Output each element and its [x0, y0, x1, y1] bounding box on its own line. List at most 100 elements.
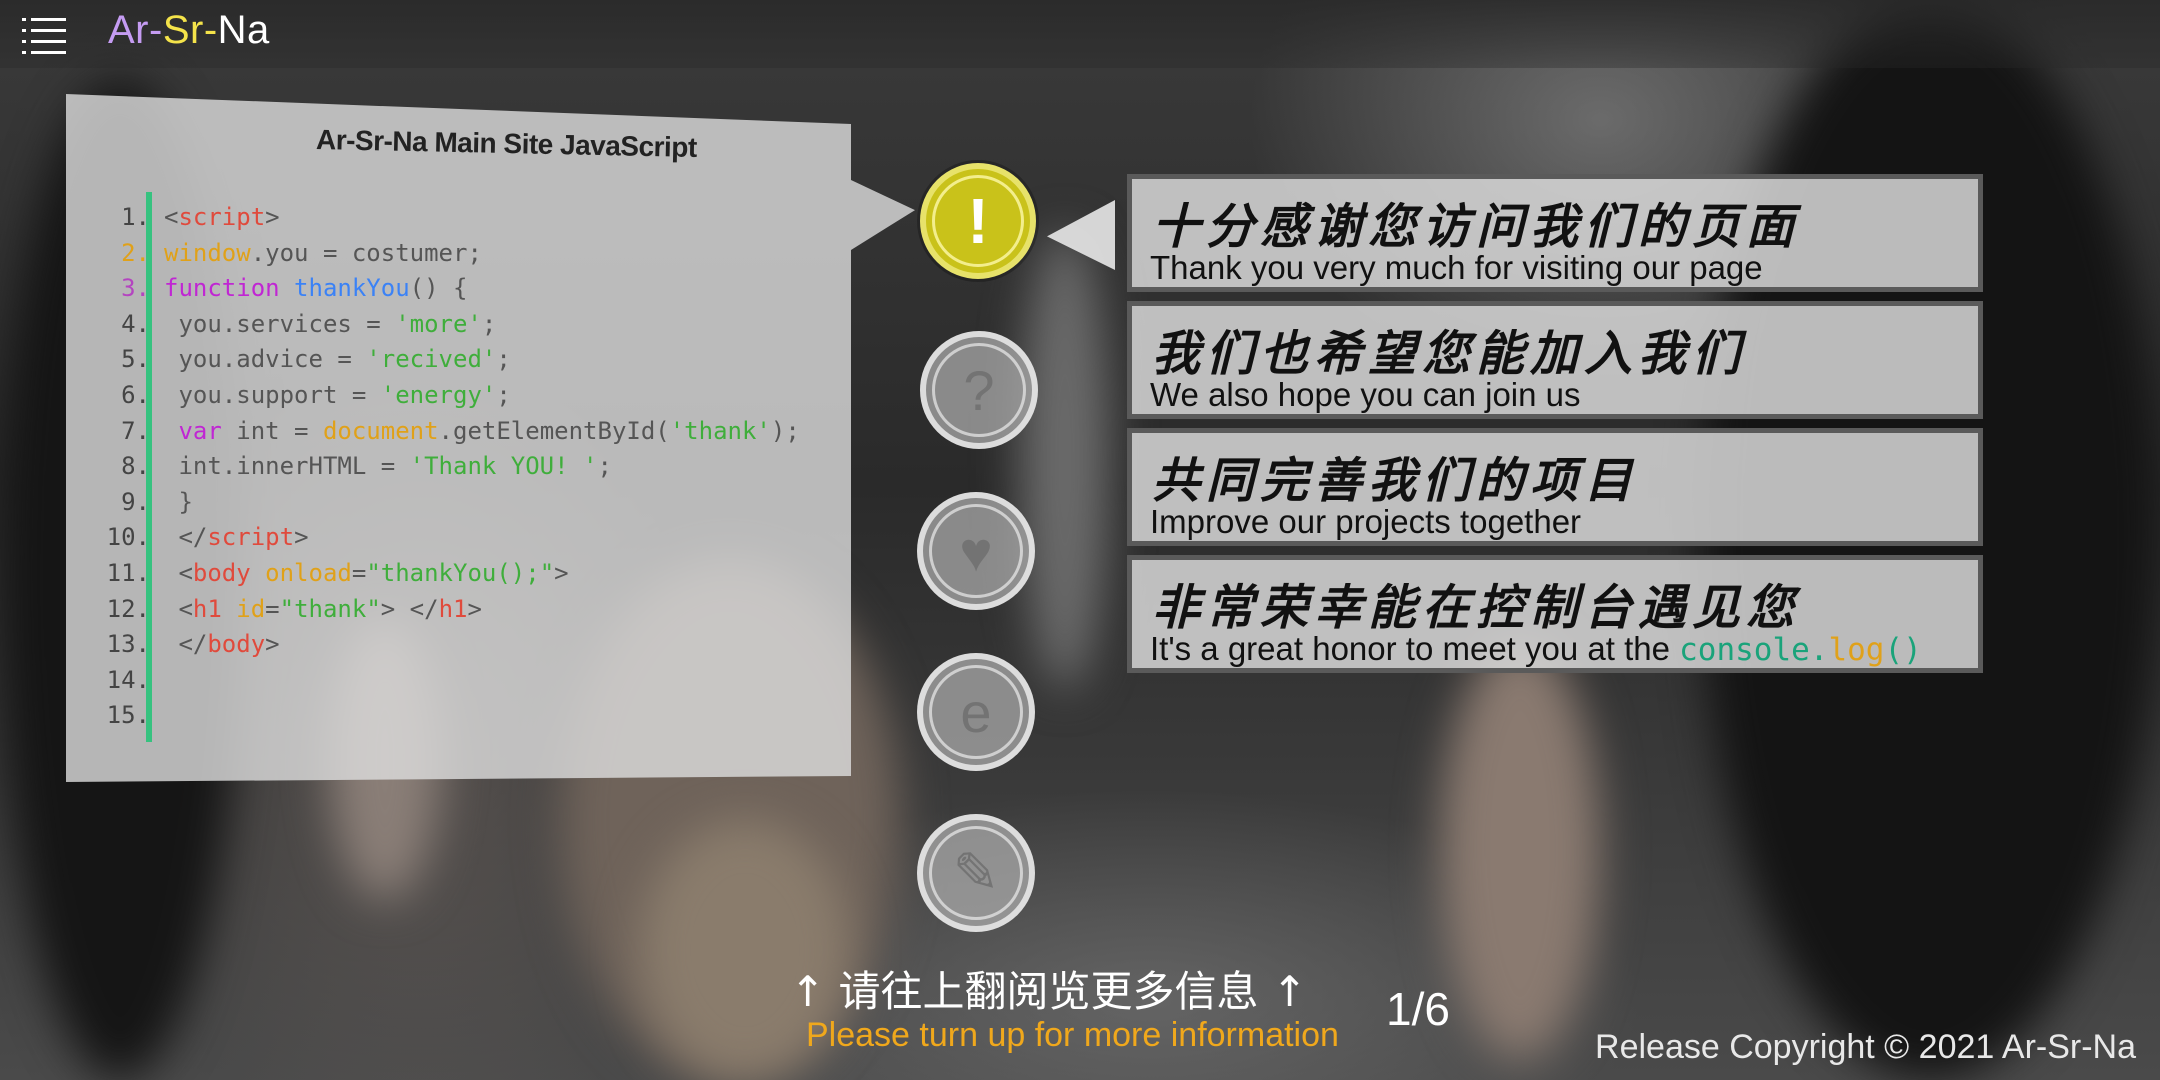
line-number: 9.	[121, 487, 150, 516]
code-token: > </	[380, 594, 439, 623]
message-card: 十分感谢您访问我们的页面 Thank you very much for vis…	[1127, 174, 1983, 292]
code-token: >	[467, 594, 482, 623]
console-code: console.	[1679, 632, 1829, 668]
line-number: 6.	[121, 380, 150, 409]
line-number: 4.	[121, 309, 150, 338]
code-token: >	[265, 203, 280, 231]
logo-part-na: Na	[217, 8, 270, 52]
scroll-hint-en: Please turn up for more information	[806, 1016, 1339, 1054]
document-edit-icon: ✎	[952, 841, 1000, 904]
code-token: <	[164, 558, 193, 587]
code-line: 4. you.services = 'more';	[90, 307, 850, 343]
line-number: 11.	[106, 558, 150, 587]
code-token: >	[294, 523, 309, 552]
edge-browser-icon: e	[960, 680, 992, 744]
log-code: log	[1828, 632, 1885, 668]
code-token: body	[207, 630, 266, 659]
code-token: "thankYou();"	[366, 558, 555, 587]
copyright-text: Release Copyright © 2021 Ar-Sr-Na	[1595, 1028, 2136, 1066]
code-token: .getElementById(	[438, 416, 670, 445]
line-number: 1.	[121, 203, 150, 231]
code-token: window	[164, 238, 251, 267]
code-token: h1	[438, 594, 468, 623]
line-number: 2.	[121, 238, 150, 267]
line-number: 15.	[106, 701, 150, 730]
exclamation-icon: !	[967, 185, 989, 257]
line-number: 13.	[106, 630, 150, 659]
message-en: Improve our projects together	[1150, 503, 1582, 540]
code-line: 14.	[90, 663, 850, 699]
line-number: 8.	[121, 452, 150, 481]
line-number: 12.	[106, 594, 150, 623]
code-token: 'more'	[395, 309, 482, 338]
hamburger-menu-icon[interactable]	[22, 16, 66, 54]
code-line: 15.	[90, 698, 850, 734]
code-token: body	[192, 558, 266, 587]
message-card: 我们也希望您能加入我们 We also hope you can join us	[1127, 301, 1983, 419]
code-token: int.innerHTML =	[164, 452, 410, 481]
line-number: 7.	[121, 416, 150, 445]
heart-icon: ♥	[959, 519, 993, 583]
code-token: >	[265, 630, 280, 659]
code-token: script	[207, 523, 295, 552]
line-number: 5.	[121, 345, 150, 374]
code-token: =	[351, 558, 367, 587]
message-cards: 十分感谢您访问我们的页面 Thank you very much for vis…	[1127, 174, 1983, 682]
code-token: </	[164, 630, 208, 659]
message-card: 共同完善我们的项目 Improve our projects together	[1127, 428, 1983, 546]
line-number: 10.	[106, 523, 150, 552]
code-token: <	[164, 203, 179, 231]
line-number: 14.	[106, 665, 150, 694]
message-en: It's a great honor to meet you at the co…	[1150, 630, 1922, 668]
code-token: .you = costumer;	[250, 238, 482, 267]
message-en-text: It's a great honor to meet you at the	[1150, 630, 1680, 667]
code-token: script	[178, 203, 266, 231]
code-token: int =	[236, 416, 323, 445]
code-token: </	[164, 523, 208, 552]
code-token: 'thank'	[669, 416, 771, 445]
code-token: var	[164, 416, 237, 445]
top-bar: Ar-Sr-Na	[0, 0, 2160, 68]
code-token: 'energy'	[380, 380, 497, 409]
code-token: 'recived'	[366, 345, 497, 374]
code-token: =	[265, 594, 280, 623]
code-token: function	[164, 274, 295, 303]
code-token: }	[164, 487, 193, 516]
code-line: 5. you.advice = 'recived';	[90, 342, 850, 378]
logo-part-ar: Ar-	[108, 8, 163, 52]
edge-browser-button[interactable]: e	[917, 653, 1035, 771]
logo-part-sr: Sr-	[162, 8, 218, 52]
code-token: () {	[409, 274, 468, 303]
line-number: 3.	[121, 274, 150, 303]
code-token: ;	[481, 309, 497, 338]
code-token: onload	[265, 558, 352, 587]
code-line: 2. window.you = costumer;	[90, 236, 850, 272]
code-token: );	[770, 416, 800, 445]
document-edit-button[interactable]: ✎	[917, 814, 1035, 932]
heart-button[interactable]: ♥	[917, 492, 1035, 610]
code-token: ;	[496, 345, 511, 374]
code-token: document	[322, 416, 439, 445]
site-logo[interactable]: Ar-Sr-Na	[108, 8, 270, 53]
message-en: We also hope you can join us	[1150, 376, 1581, 413]
page-indicator: 1/6	[1386, 983, 1450, 1035]
code-token: ;	[597, 452, 612, 481]
exclamation-button[interactable]: !	[920, 163, 1036, 279]
code-token: 'Thank YOU! '	[409, 452, 598, 481]
message-cn: 十分感谢您访问我们的页面	[1152, 199, 1801, 255]
code-token: id	[236, 594, 266, 623]
parens-code: ()	[1884, 632, 1922, 668]
code-token: >	[554, 558, 569, 587]
code-line: 6. you.support = 'energy';	[90, 378, 850, 414]
code-line: 9. }	[90, 485, 850, 521]
code-token: you.support =	[164, 380, 381, 409]
question-button[interactable]: ?	[920, 331, 1038, 449]
code-token: <	[164, 594, 193, 623]
message-cn: 共同完善我们的项目	[1152, 453, 1639, 509]
code-token: h1	[192, 594, 237, 623]
code-line: 3. function thankYou() {	[90, 271, 850, 307]
code-lines: 1. <script> 2. window.you = costumer; 3. func…	[90, 200, 850, 734]
code-token: you.services =	[164, 309, 396, 338]
code-line: 13. </body>	[90, 627, 850, 663]
code-token: thankYou	[294, 274, 410, 303]
